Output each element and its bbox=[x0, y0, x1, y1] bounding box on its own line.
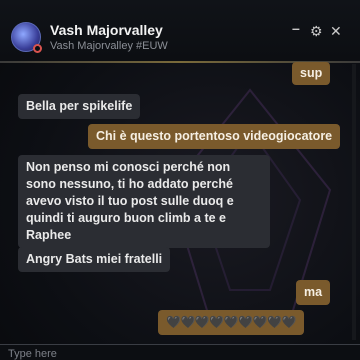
message-bubble-sent: 🖤🖤🖤🖤🖤🖤🖤🖤🖤 bbox=[158, 310, 304, 335]
minimize-icon[interactable]: – bbox=[292, 21, 300, 35]
status-indicator bbox=[33, 44, 42, 53]
scrollbar[interactable] bbox=[352, 64, 356, 340]
message-bubble-received: Non penso mi conosci perché non sono nes… bbox=[18, 155, 270, 248]
message-bubble-sent: Chi è questo portentoso videogiocatore bbox=[88, 124, 341, 149]
chat-header: Vash Majorvalley Vash Majorvalley #EUW –… bbox=[0, 0, 360, 62]
contact-name: Vash Majorvalley bbox=[50, 22, 163, 38]
message-bubble-received: Angry Bats miei fratelli bbox=[18, 247, 171, 272]
contact-tag: Vash Majorvalley #EUW bbox=[50, 40, 168, 52]
message-input-bar bbox=[0, 344, 360, 360]
message-bubble-received: Bella per spikelife bbox=[18, 94, 141, 119]
close-icon[interactable]: ✕ bbox=[330, 24, 342, 38]
gear-icon[interactable]: ⚙ bbox=[310, 24, 323, 38]
message-bubble-sent: sup bbox=[292, 62, 331, 85]
message-input[interactable] bbox=[8, 347, 348, 360]
message-bubble-sent: ma bbox=[296, 280, 331, 305]
chat-window: Vash Majorvalley Vash Majorvalley #EUW –… bbox=[0, 0, 360, 360]
